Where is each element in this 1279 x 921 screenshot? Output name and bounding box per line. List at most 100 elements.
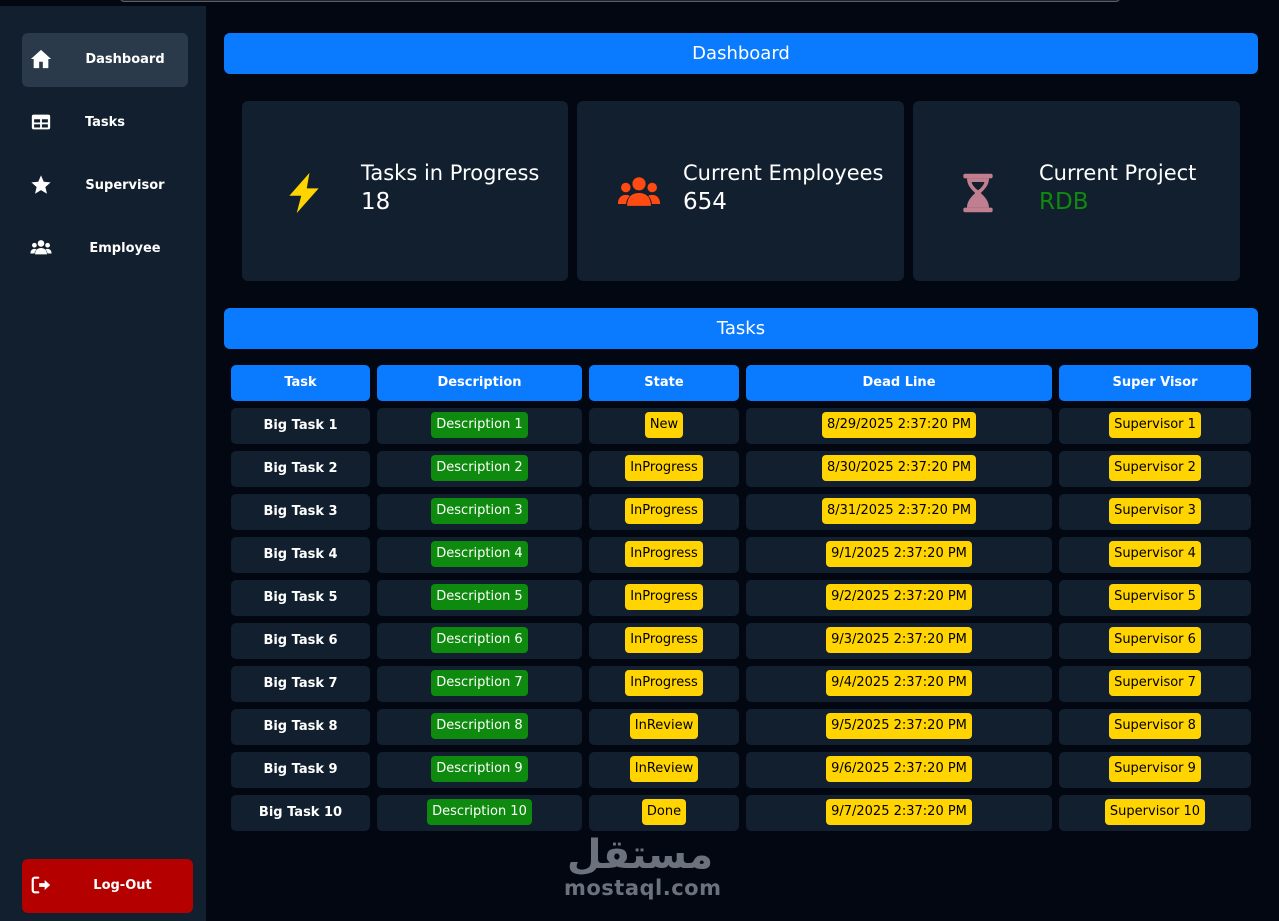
description-badge: Description 3: [431, 497, 528, 524]
users-icon: [30, 240, 52, 255]
star-icon: [31, 175, 51, 194]
state-badge: InProgress: [625, 626, 703, 653]
state-badge: InReview: [629, 755, 699, 782]
description-badge: Description 8: [431, 712, 528, 739]
cell-task: Big Task 3: [231, 494, 370, 530]
cell-deadline: 8/31/2025 2:37:20 PM: [746, 494, 1052, 530]
cell-deadline: 8/29/2025 2:37:20 PM: [746, 408, 1052, 444]
cell-task: Big Task 2: [231, 451, 370, 487]
cell-deadline: 9/6/2025 2:37:20 PM: [746, 752, 1052, 788]
description-badge: Description 7: [431, 669, 528, 696]
cell-supervisor: Supervisor 9: [1059, 752, 1251, 788]
state-badge: InProgress: [625, 454, 703, 481]
cell-state: New: [589, 408, 739, 444]
supervisor-badge: Supervisor 7: [1109, 669, 1201, 696]
watermark-text: mostaql.com: [564, 876, 722, 900]
sidebar-item-label: Tasks: [84, 115, 126, 130]
cell-supervisor: Supervisor 5: [1059, 580, 1251, 616]
cell-state: InProgress: [589, 451, 739, 487]
cell-state: InReview: [589, 752, 739, 788]
column-header-state[interactable]: State: [589, 365, 739, 401]
bolt-icon: [289, 172, 319, 214]
description-badge: Description 6: [431, 626, 528, 653]
supervisor-badge: Supervisor 3: [1109, 497, 1201, 524]
sidebar-item-dashboard[interactable]: Dashboard: [22, 33, 188, 87]
cell-task: Big Task 5: [231, 580, 370, 616]
supervisor-badge: Supervisor 6: [1109, 626, 1201, 653]
sidebar-item-label: Supervisor: [85, 178, 165, 193]
stat-value: 654: [683, 189, 727, 215]
cell-state: InProgress: [589, 666, 739, 702]
supervisor-badge: Supervisor 8: [1109, 712, 1201, 739]
browser-top-edge: [120, 0, 1120, 2]
supervisor-badge: Supervisor 1: [1109, 411, 1201, 438]
cell-state: Done: [589, 795, 739, 831]
description-badge: Description 1: [431, 411, 528, 438]
sidebar-item-supervisor[interactable]: Supervisor: [22, 159, 188, 213]
cell-supervisor: Supervisor 6: [1059, 623, 1251, 659]
supervisor-badge: Supervisor 9: [1109, 755, 1201, 782]
stat-value: RDB: [1039, 189, 1089, 215]
state-badge: InProgress: [625, 540, 703, 567]
description-badge: Description 9: [431, 755, 528, 782]
cell-task: Big Task 4: [231, 537, 370, 573]
cell-state: InProgress: [589, 494, 739, 530]
deadline-badge: 9/4/2025 2:37:20 PM: [826, 669, 972, 696]
page-title: Dashboard: [224, 33, 1258, 74]
home-icon: [30, 49, 52, 69]
deadline-badge: 9/6/2025 2:37:20 PM: [826, 755, 972, 782]
watermark-arabic: مستقل: [567, 832, 713, 878]
stat-card-current-employees: Current Employees 654: [577, 101, 904, 281]
state-badge: InProgress: [625, 669, 703, 696]
state-badge: Done: [641, 798, 687, 825]
sidebar-item-tasks[interactable]: Tasks: [22, 96, 188, 150]
cell-task: Big Task 1: [231, 408, 370, 444]
cell-supervisor: Supervisor 4: [1059, 537, 1251, 573]
cell-deadline: 9/5/2025 2:37:20 PM: [746, 709, 1052, 745]
sidebar: Dashboard Tasks Supervisor Employee Log-…: [0, 6, 206, 921]
stat-title: Current Employees: [683, 161, 884, 185]
supervisor-badge: Supervisor 5: [1109, 583, 1201, 610]
cell-supervisor: Supervisor 1: [1059, 408, 1251, 444]
hourglass-icon: [963, 173, 993, 213]
cell-deadline: 9/4/2025 2:37:20 PM: [746, 666, 1052, 702]
supervisor-badge: Supervisor 4: [1109, 540, 1201, 567]
description-badge: Description 4: [431, 540, 528, 567]
deadline-badge: 9/5/2025 2:37:20 PM: [826, 712, 972, 739]
cell-description: Description 3: [377, 494, 582, 530]
watermark-logo: مستقل: [567, 832, 713, 878]
deadline-badge: 9/7/2025 2:37:20 PM: [826, 798, 972, 825]
cell-supervisor: Supervisor 2: [1059, 451, 1251, 487]
cell-state: InProgress: [589, 580, 739, 616]
description-badge: Description 5: [431, 583, 528, 610]
stat-title: Current Project: [1039, 161, 1197, 185]
column-header-description[interactable]: Description: [377, 365, 582, 401]
cell-supervisor: Supervisor 7: [1059, 666, 1251, 702]
supervisor-badge: Supervisor 10: [1104, 798, 1206, 825]
cell-deadline: 9/2/2025 2:37:20 PM: [746, 580, 1052, 616]
state-badge: InProgress: [625, 497, 703, 524]
state-badge: InProgress: [625, 583, 703, 610]
supervisor-badge: Supervisor 2: [1109, 454, 1201, 481]
state-badge: New: [644, 411, 684, 438]
logout-button[interactable]: Log-Out: [22, 859, 193, 913]
deadline-badge: 8/29/2025 2:37:20 PM: [821, 411, 977, 438]
description-badge: Description 2: [431, 454, 528, 481]
cell-deadline: 9/7/2025 2:37:20 PM: [746, 795, 1052, 831]
cell-description: Description 2: [377, 451, 582, 487]
stat-value: 18: [361, 189, 391, 215]
description-badge: Description 10: [427, 798, 532, 825]
cell-task: Big Task 10: [231, 795, 370, 831]
cell-state: InReview: [589, 709, 739, 745]
stat-card-tasks-in-progress: Tasks in Progress 18: [242, 101, 568, 281]
cell-description: Description 5: [377, 580, 582, 616]
cell-description: Description 9: [377, 752, 582, 788]
sidebar-item-employee[interactable]: Employee: [22, 222, 188, 276]
column-header-task[interactable]: Task: [231, 365, 370, 401]
deadline-badge: 8/31/2025 2:37:20 PM: [821, 497, 977, 524]
table-icon: [31, 114, 51, 130]
column-header-deadline[interactable]: Dead Line: [746, 365, 1052, 401]
column-header-supervisor[interactable]: Super Visor: [1059, 365, 1251, 401]
tasks-section-title: Tasks: [224, 308, 1258, 349]
cell-description: Description 4: [377, 537, 582, 573]
